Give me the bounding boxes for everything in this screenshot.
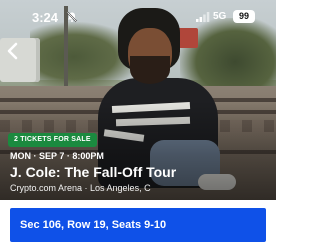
event-title: J. Cole: The Fall-Off Tour (10, 164, 177, 180)
seat-info-button[interactable]: Sec 106, Row 19, Seats 9-10 (10, 208, 266, 242)
event-date: MON · SEP 7 · 8:00PM (10, 151, 104, 161)
tickets-for-sale-badge: 2 TICKETS FOR SALE (8, 133, 97, 147)
status-time: 3:24 (32, 10, 59, 25)
status-bar: 3:24 5G 99 (0, 0, 276, 30)
bell-slash-icon (66, 11, 78, 23)
artist-beard (130, 56, 170, 84)
signal-bars-icon (196, 12, 210, 22)
battery-icon: 99 (233, 10, 255, 23)
back-arrow-icon[interactable] (4, 40, 22, 62)
event-venue[interactable]: Crypto.com Arena · Los Angeles, C (10, 183, 151, 193)
